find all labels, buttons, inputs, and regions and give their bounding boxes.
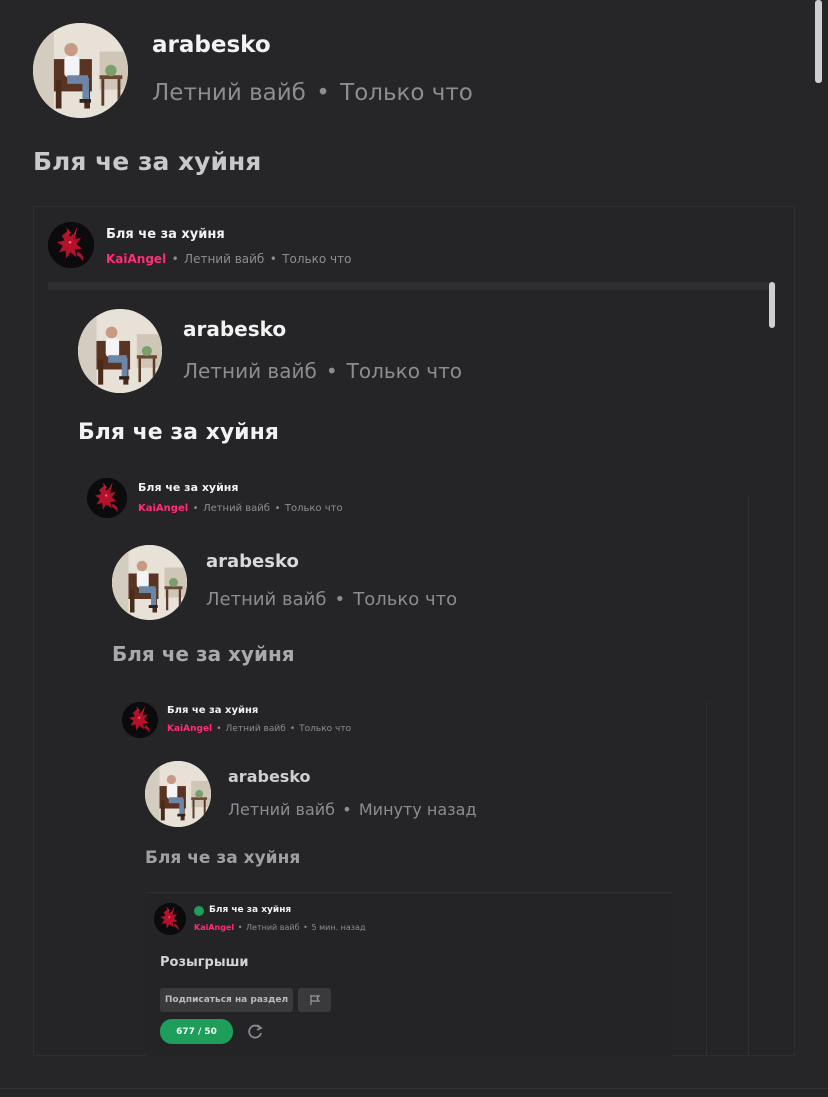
embed-title[interactable]: Бля че за хуйня <box>209 905 291 915</box>
subsite-link[interactable]: Летний вайб <box>183 359 317 383</box>
embed-author-name[interactable]: KaiAngel <box>194 923 234 932</box>
separator-dot: • <box>303 923 308 932</box>
subscribe-section-label: Подписаться на раздел <box>164 995 289 1005</box>
post-meta: Летний вайб • Минуту назад <box>228 800 477 819</box>
separator-dot: • <box>192 503 199 514</box>
subsite-link[interactable]: Летний вайб <box>228 800 335 819</box>
separator-dot: • <box>269 252 277 266</box>
separator-dot: • <box>342 800 352 819</box>
counter-value: 677 / 50 <box>176 1026 217 1037</box>
post-meta: Летний вайб • Только что <box>152 80 473 106</box>
author-avatar[interactable] <box>78 309 162 393</box>
flag-button[interactable] <box>298 988 331 1012</box>
subsite-link[interactable]: Летний вайб <box>206 589 326 610</box>
embed-author-name[interactable]: KaiAngel <box>167 724 212 734</box>
embed-card-border <box>706 702 707 1056</box>
post-title: Бля че за хуйня <box>33 147 262 176</box>
embed-author-name[interactable]: KaiAngel <box>106 252 166 266</box>
post-title: Бля че за хуйня <box>78 420 279 445</box>
separator-dot: • <box>171 252 179 266</box>
post-title: Бля че за хуйня <box>145 848 301 868</box>
embed-scrollbar-thumb[interactable] <box>769 282 775 328</box>
post-time: Только что <box>346 359 463 383</box>
author-name[interactable]: arabesko <box>183 317 286 341</box>
embed-author-avatar[interactable] <box>122 702 158 738</box>
post-title: Бля че за хуйня <box>112 642 295 666</box>
embed-meta: KaiAngel • Летний вайб • Только что <box>106 252 351 266</box>
separator-dot: • <box>334 589 346 610</box>
embed-author-avatar[interactable] <box>87 478 127 518</box>
author-name[interactable]: arabesko <box>206 551 299 572</box>
separator-dot: • <box>325 359 338 383</box>
embed-time: Только что <box>299 724 352 734</box>
separator-dot: • <box>289 724 296 734</box>
embed-subsite[interactable]: Летний вайб <box>226 724 286 734</box>
embed-meta: KaiAngel • Летний вайб • 5 мин. назад <box>194 923 365 932</box>
embed-subsite[interactable]: Летний вайб <box>246 923 300 932</box>
embed-subsite[interactable]: Летний вайб <box>203 503 270 514</box>
author-avatar[interactable] <box>33 23 128 118</box>
subscribe-section-button[interactable]: Подписаться на раздел <box>160 988 293 1012</box>
refresh-icon[interactable] <box>245 1022 265 1042</box>
author-name[interactable]: arabesko <box>152 32 271 58</box>
post-meta: Летний вайб • Только что <box>183 359 462 383</box>
embed-author-avatar[interactable] <box>154 903 186 935</box>
separator-dot: • <box>216 724 222 734</box>
flag-icon <box>309 995 320 1005</box>
bottom-divider <box>0 1088 828 1089</box>
embed-author-name[interactable]: KaiAngel <box>138 503 188 514</box>
embed-time: Только что <box>282 252 352 266</box>
embed-title[interactable]: Бля че за хуйня <box>138 481 238 494</box>
embed-author-avatar[interactable] <box>48 222 94 268</box>
author-avatar[interactable] <box>112 545 187 620</box>
counter-button[interactable]: 677 / 50 <box>160 1019 233 1044</box>
separator-dot: • <box>237 923 243 932</box>
embed-card-border <box>748 496 749 1056</box>
author-name[interactable]: arabesko <box>228 767 311 786</box>
embed-time: Только что <box>284 503 343 514</box>
verified-icon <box>194 906 204 916</box>
post-meta: Летний вайб • Только что <box>206 589 457 610</box>
scrollbar-thumb[interactable] <box>815 0 822 83</box>
post-time: Минуту назад <box>358 800 477 819</box>
author-avatar[interactable] <box>145 761 211 827</box>
post-time: Только что <box>353 589 458 610</box>
separator-dot: • <box>316 80 330 106</box>
separator-dot: • <box>274 503 281 514</box>
embed-time: 5 мин. назад <box>311 923 366 932</box>
embed-meta: KaiAngel • Летний вайб • Только что <box>138 503 343 514</box>
embed-subsite[interactable]: Летний вайб <box>184 252 264 266</box>
embed-title[interactable]: Бля че за хуйня <box>167 705 258 716</box>
embed-meta: KaiAngel • Летний вайб • Только что <box>167 724 351 734</box>
embed-divider <box>48 282 776 290</box>
subsite-link[interactable]: Летний вайб <box>152 80 306 106</box>
section-title: Розыгрыши <box>160 955 249 970</box>
post-time: Только что <box>340 80 473 106</box>
embed-title[interactable]: Бля че за хуйня <box>106 227 225 242</box>
